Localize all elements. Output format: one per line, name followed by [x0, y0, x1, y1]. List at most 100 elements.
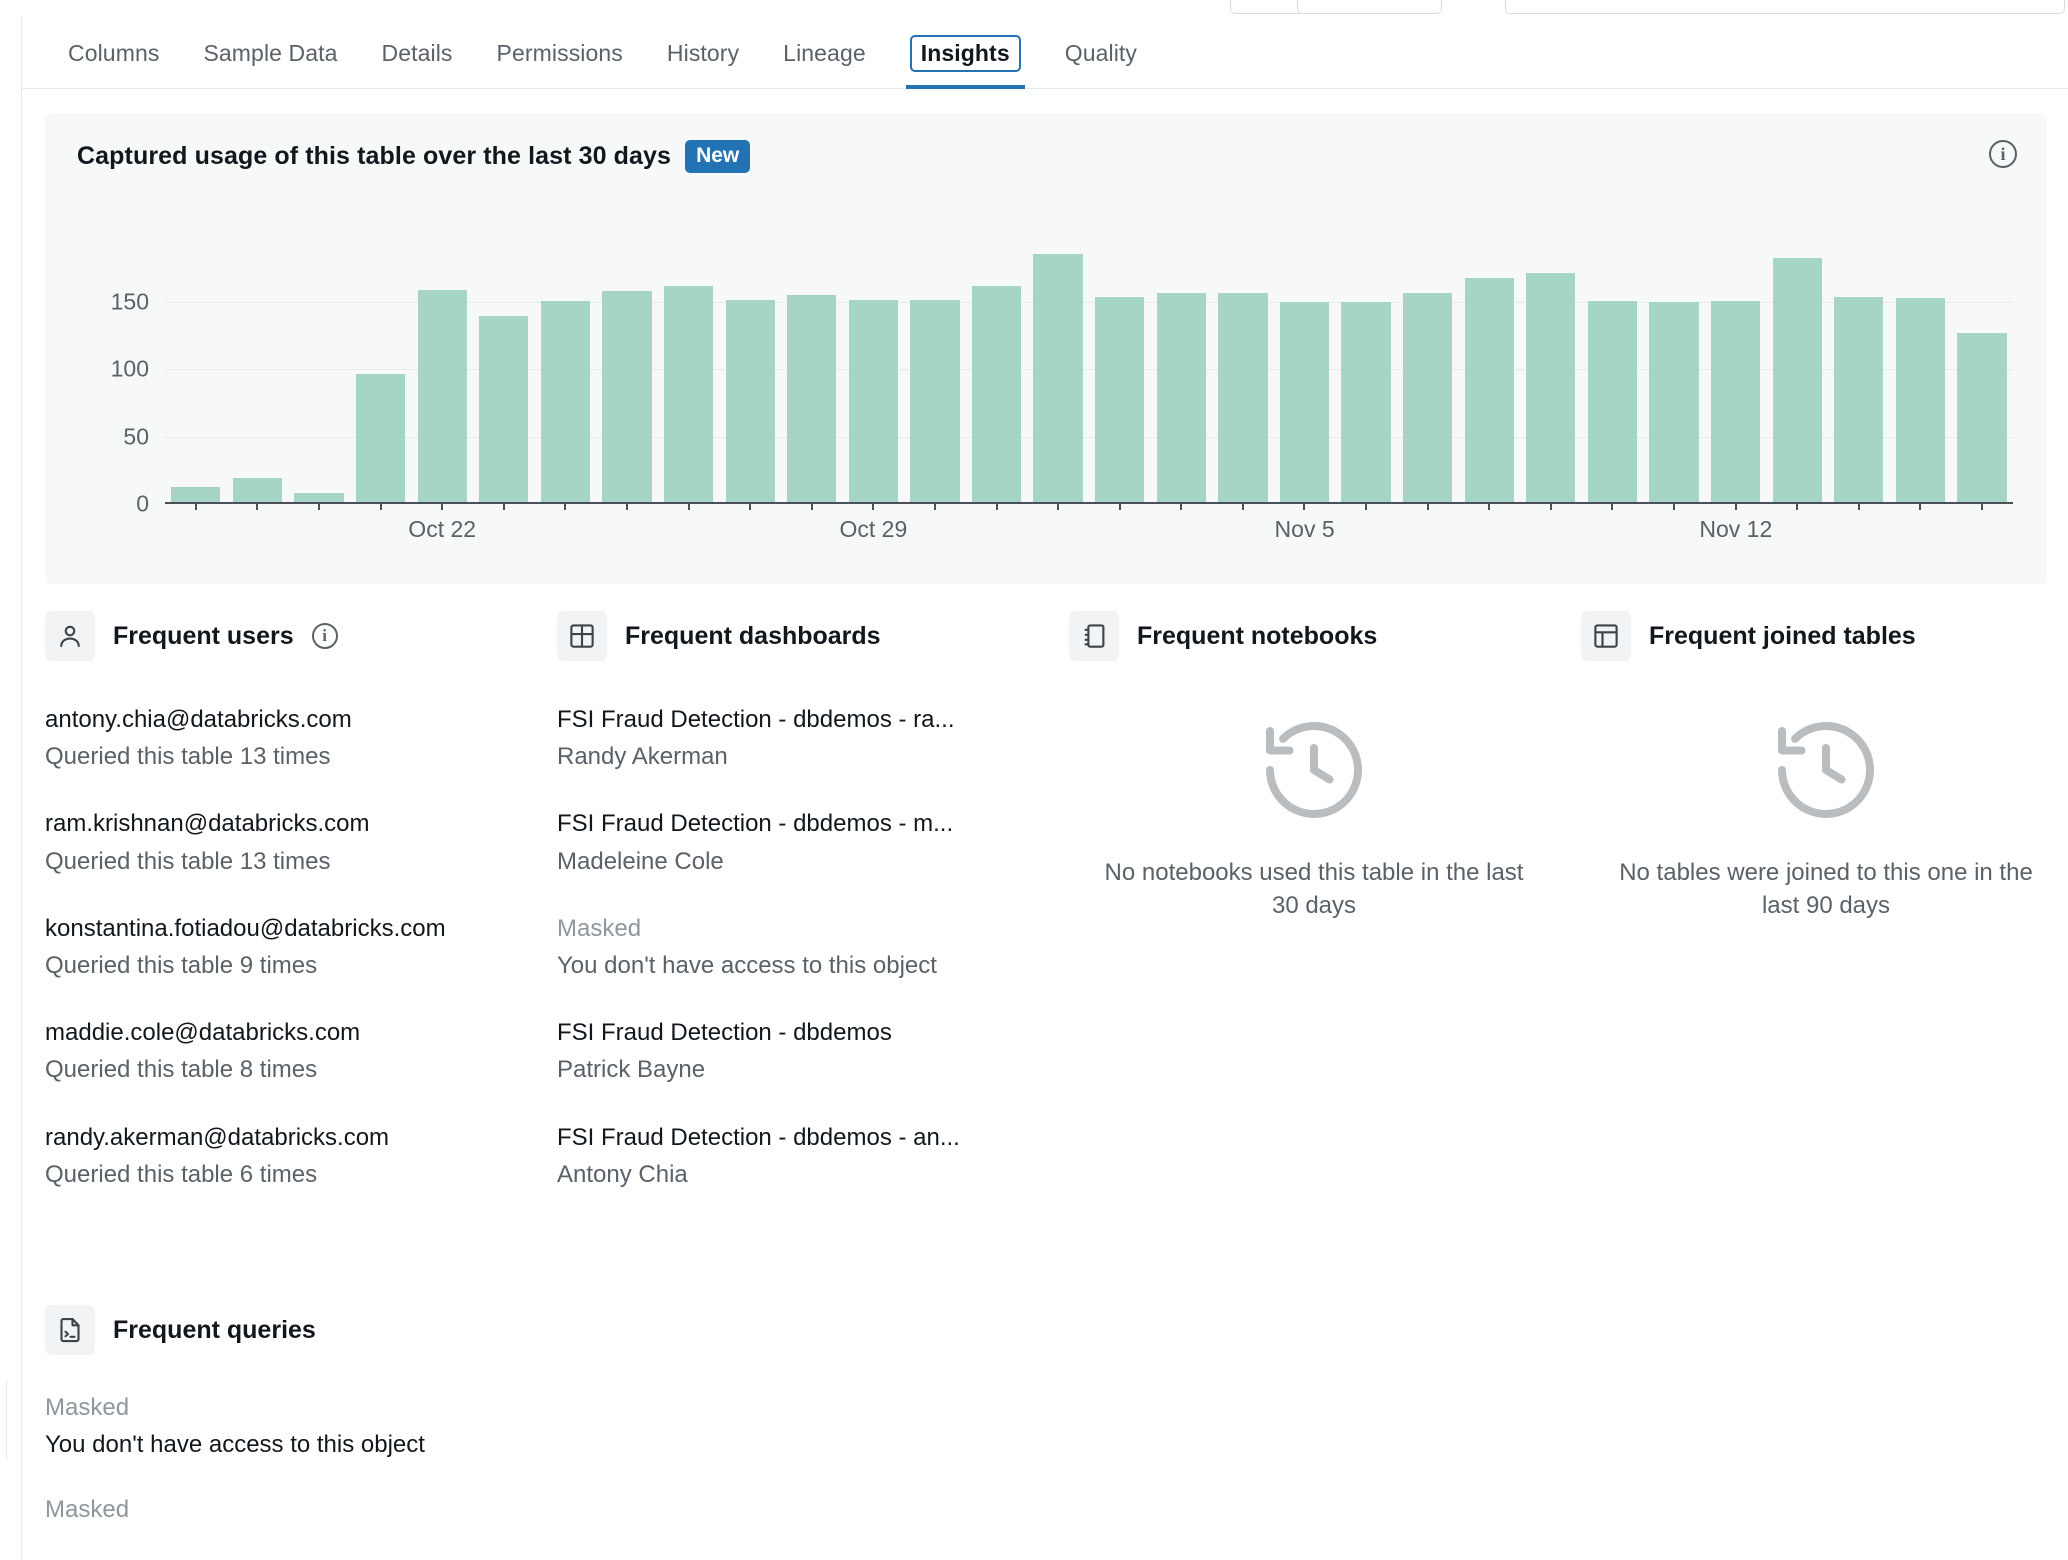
- frequent-user-item-secondary: Queried this table 6 times: [45, 1160, 318, 1188]
- tab-columns[interactable]: Columns: [46, 17, 181, 89]
- frequent-user-item-secondary: Queried this table 9 times: [45, 951, 318, 979]
- frequent-dashboard-item-primary[interactable]: FSI Fraud Detection - dbdemos: [557, 1017, 1057, 1048]
- new-badge: New: [685, 140, 751, 173]
- frequent-user-item-primary[interactable]: konstantina.fotiadou@databricks.com: [45, 913, 515, 944]
- chart-bar[interactable]: [602, 291, 652, 502]
- notebook-icon: [1069, 611, 1119, 661]
- chart-bar-cell[interactable]: [227, 234, 289, 510]
- usage-info-icon[interactable]: i: [1989, 140, 2017, 168]
- chart-bar[interactable]: [1403, 292, 1453, 502]
- chart-bar-cell[interactable]: [1582, 234, 1644, 510]
- chart-bar-cell[interactable]: [535, 234, 597, 510]
- chart-bar[interactable]: [355, 373, 406, 502]
- chart-bar-cell[interactable]: [1828, 234, 1890, 510]
- x-tick-label: Nov 12: [1699, 516, 1773, 542]
- chart-bar-cell[interactable]: [1458, 234, 1520, 510]
- chart-bar-cell[interactable]: [411, 234, 473, 510]
- frequent-dashboard-item-primary[interactable]: FSI Fraud Detection - dbdemos - m...: [557, 808, 1057, 839]
- chart-bar[interactable]: [1711, 300, 1761, 502]
- tab-sample-data[interactable]: Sample Data: [181, 17, 359, 89]
- chart-bar[interactable]: [1772, 257, 1822, 502]
- top-partial-field[interactable]: [1505, 0, 2065, 14]
- chart-bar[interactable]: [1218, 292, 1268, 502]
- chart-bar-cell[interactable]: [966, 234, 1028, 510]
- chart-bar[interactable]: [1279, 302, 1330, 502]
- history-clock-icon: [1069, 710, 1559, 830]
- frequent-user-item-primary[interactable]: antony.chia@databricks.com: [45, 704, 515, 735]
- chart-bar[interactable]: [1095, 296, 1145, 502]
- chart-bar-cell[interactable]: [1027, 234, 1089, 510]
- chart-bar[interactable]: [1341, 302, 1391, 502]
- chart-bar[interactable]: [1957, 333, 2007, 502]
- chart-bar-cell[interactable]: [350, 234, 412, 510]
- frequent-user-item: randy.akerman@databricks.com Queried this…: [45, 1122, 515, 1190]
- chart-bar-cell[interactable]: [1274, 234, 1336, 510]
- chart-bar-cell[interactable]: [658, 234, 720, 510]
- chart-bar[interactable]: [787, 295, 837, 502]
- chart-bar-cell[interactable]: [1151, 234, 1213, 510]
- chart-bar[interactable]: [1649, 302, 1699, 502]
- chart-bar[interactable]: [1587, 300, 1638, 502]
- chart-bar[interactable]: [1895, 298, 1946, 502]
- chart-bar[interactable]: [1834, 296, 1884, 502]
- tab-insights[interactable]: Insights: [888, 17, 1043, 89]
- chart-bar-cell[interactable]: [1766, 234, 1828, 510]
- frequent-dashboard-item-secondary: Randy Akerman: [557, 743, 728, 771]
- chart-bar[interactable]: [417, 290, 467, 502]
- tab-permissions[interactable]: Permissions: [475, 17, 645, 89]
- frequent-users-info-icon[interactable]: i: [311, 623, 338, 649]
- tab-label: Permissions: [496, 39, 623, 66]
- chart-bar[interactable]: [171, 487, 221, 502]
- chart-bar-cell[interactable]: [1089, 234, 1151, 510]
- frequent-query-item: Masked: [45, 1494, 2045, 1525]
- frequent-dashboard-item-primary[interactable]: FSI Fraud Detection - dbdemos - an...: [557, 1122, 1057, 1153]
- chart-bar[interactable]: [971, 286, 1022, 502]
- top-partial-button-2[interactable]: [1297, 0, 1442, 14]
- chart-bar-cell[interactable]: [288, 234, 350, 510]
- chart-plot-area: [165, 234, 2013, 510]
- tab-details[interactable]: Details: [360, 17, 475, 89]
- chart-bar[interactable]: [848, 299, 898, 502]
- frequent-user-item-primary[interactable]: randy.akerman@databricks.com: [45, 1122, 515, 1153]
- chart-bar[interactable]: [1526, 272, 1576, 502]
- frequent-joined-tables-header: Frequent joined tables: [1581, 608, 2055, 664]
- chart-bar[interactable]: [294, 492, 344, 502]
- chart-bar[interactable]: [1156, 292, 1206, 502]
- chart-bar-cell[interactable]: [1335, 234, 1397, 510]
- chart-bar[interactable]: [1464, 277, 1514, 502]
- chart-bar[interactable]: [725, 299, 775, 502]
- frequent-user-item-primary[interactable]: maddie.cole@databricks.com: [45, 1017, 515, 1048]
- chart-bar-cell[interactable]: [1520, 234, 1582, 510]
- frequent-joined-tables-section: Frequent joined tables No tables were jo…: [1581, 608, 2055, 1190]
- frequent-queries-title: Frequent queries: [113, 1315, 316, 1344]
- chart-bar-cell[interactable]: [904, 234, 966, 510]
- frequent-dashboard-item: FSI Fraud Detection - dbdemos - an... Ant…: [557, 1122, 1057, 1190]
- chart-bar-cell[interactable]: [165, 234, 227, 510]
- chart-bar-cell[interactable]: [473, 234, 535, 510]
- chart-bar[interactable]: [479, 315, 529, 502]
- chart-bar-cell[interactable]: [1951, 234, 2013, 510]
- chart-bar-cell[interactable]: [1397, 234, 1459, 510]
- chart-bar[interactable]: [663, 286, 714, 502]
- chart-bar-cell[interactable]: [1890, 234, 1952, 510]
- chart-bar-cell[interactable]: [1212, 234, 1274, 510]
- chart-bar-cell[interactable]: [1705, 234, 1767, 510]
- frequent-dashboard-item-primary[interactable]: FSI Fraud Detection - dbdemos - ra...: [557, 704, 1057, 735]
- chart-bar[interactable]: [232, 477, 283, 502]
- tab-history[interactable]: History: [645, 17, 761, 89]
- tab-quality[interactable]: Quality: [1043, 17, 1159, 89]
- chart-bar-cell[interactable]: [596, 234, 658, 510]
- chart-bar-cell[interactable]: [719, 234, 781, 510]
- table-icon: [1581, 611, 1631, 661]
- chart-bar[interactable]: [1033, 253, 1083, 502]
- frequent-user-item-primary[interactable]: ram.krishnan@databricks.com: [45, 808, 515, 839]
- chart-bar[interactable]: [540, 300, 590, 502]
- tab-lineage[interactable]: Lineage: [761, 17, 888, 89]
- chart-bar-cell[interactable]: [781, 234, 843, 510]
- chart-bar[interactable]: [910, 299, 960, 502]
- tab-label: Insights: [909, 34, 1021, 72]
- chart-bar-cell[interactable]: [1643, 234, 1705, 510]
- left-rail: [0, 16, 22, 1560]
- chart-bar-cell[interactable]: [843, 234, 905, 510]
- insights-page: Columns Sample Data Details Permissions Hist…: [0, 0, 2068, 1560]
